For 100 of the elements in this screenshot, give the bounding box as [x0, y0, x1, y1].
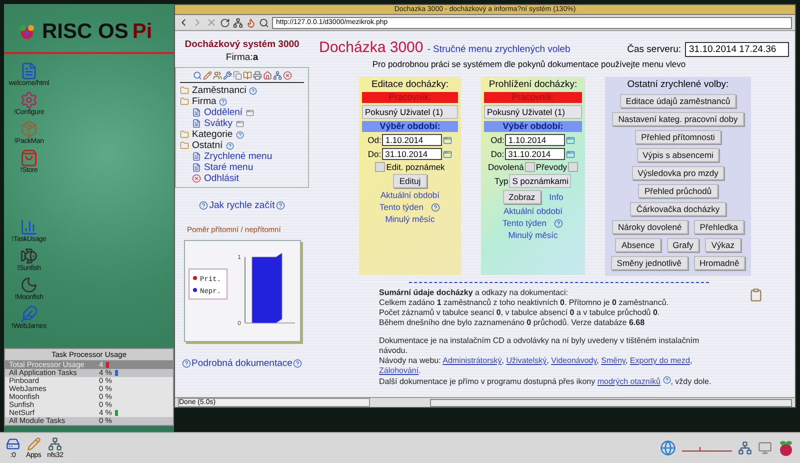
checkbox[interactable] [568, 162, 578, 172]
clipboard-icon[interactable] [749, 288, 763, 302]
network-icon[interactable] [48, 437, 62, 451]
option-button[interactable]: Nároky dovolené [612, 220, 688, 234]
to-date-field[interactable]: 31.10.2014 [382, 148, 442, 160]
gear-icon[interactable] [20, 91, 38, 109]
moon-icon[interactable] [20, 276, 38, 294]
checkbox[interactable] [375, 162, 386, 172]
fish-icon[interactable] [20, 247, 38, 265]
to-date-field[interactable]: 31.10.2014 [505, 148, 566, 160]
menu-item[interactable]: Svátky [180, 118, 304, 129]
monitor-icon[interactable] [758, 441, 772, 455]
period-link[interactable]: Minulý měsíc [508, 230, 558, 240]
option-button[interactable]: Výsledovka pro mzdy [632, 166, 724, 180]
show-button[interactable]: Zobraz [502, 190, 542, 204]
apps-icon[interactable] [26, 437, 41, 451]
instruction-text: Pro podrobnou práci se systémem dle pokynů dokumentace používejte menu vlevo [371, 59, 687, 69]
logout-icon [192, 174, 201, 183]
toolbar-icon[interactable] [202, 71, 212, 80]
guide-link[interactable]: Uživatelský [506, 356, 547, 365]
menu-item[interactable]: Zrychlené menu [180, 151, 304, 162]
help-icon[interactable] [236, 130, 244, 138]
option-button[interactable]: Výkaz [705, 238, 741, 252]
period-link[interactable]: Minulý měsíc [385, 214, 435, 224]
from-label: Od: [368, 135, 382, 145]
guide-link[interactable]: Administrátorský [442, 356, 502, 365]
menu-item[interactable]: Firma [180, 96, 304, 107]
period-link[interactable]: Aktuální období [380, 190, 440, 200]
option-button[interactable]: Absence [615, 238, 661, 252]
toolbar-icon[interactable] [282, 71, 292, 80]
type-select[interactable]: S poznámkami [509, 174, 572, 188]
help-icon[interactable] [431, 202, 440, 212]
documentation-link[interactable]: Podrobná dokumentace [182, 358, 302, 369]
bar-chart-icon[interactable] [20, 218, 38, 236]
checkbox[interactable] [524, 162, 535, 172]
network-icon[interactable] [233, 18, 243, 28]
server-time-field[interactable]: 31.10.2014 17.24.36 [685, 42, 789, 57]
worker-label: Pracovník: [484, 92, 582, 103]
network-icon[interactable] [738, 441, 752, 455]
option-button[interactable]: Přehled průchodů [638, 184, 718, 198]
menu-item[interactable]: Ostatní [180, 140, 304, 151]
guide-link[interactable]: Videonávody [551, 356, 597, 365]
period-link[interactable]: Tento týden [380, 202, 424, 212]
summary-line: Sumární údaje docházky a odkazy na dokumentaci: [379, 288, 569, 298]
worker-select[interactable]: Pokusný Uživatel (1) [484, 105, 582, 119]
guide-link[interactable]: Exporty do mezd [630, 356, 690, 365]
toolbar-icon[interactable] [192, 71, 202, 80]
help-icons-link[interactable]: modrých otazníků [597, 377, 660, 386]
toolbar-icon[interactable] [242, 71, 252, 80]
menu-item[interactable]: Odhlásit [180, 173, 304, 184]
toolbar-icon[interactable] [232, 71, 242, 80]
summary-line: Počet záznamů v tabulce seancí 0, v tabulce absencí 0 a v tabulce průchodů 0. [379, 308, 661, 318]
toolbar-icon[interactable] [222, 71, 232, 80]
guide-link[interactable]: Zálohování [379, 366, 419, 375]
help-icon [662, 376, 671, 384]
y-axis [244, 256, 245, 324]
menu-item[interactable]: Zaměstnanci [180, 85, 304, 96]
menu-item[interactable]: Kategorie [180, 129, 304, 140]
reload-icon[interactable] [220, 18, 230, 28]
period-link[interactable]: Tento týden [502, 218, 546, 228]
help-icon [293, 359, 302, 368]
option-button[interactable]: Směny jednotlivě [610, 256, 688, 270]
from-date-field[interactable]: 1.10.2014 [505, 134, 566, 146]
window-icon[interactable] [246, 108, 254, 116]
toolbar-icon[interactable] [212, 71, 222, 80]
help-icon[interactable] [554, 218, 564, 228]
guide-link[interactable]: Směny [601, 356, 626, 365]
option-button[interactable]: Čárkovačka docházky [630, 202, 726, 216]
from-date-field[interactable]: 1.10.2014 [382, 134, 442, 146]
worker-label: Pracovník: [362, 92, 458, 103]
toolbar-icon[interactable] [272, 71, 282, 80]
option-button[interactable]: Grafy [666, 238, 700, 252]
search-icon[interactable] [259, 18, 269, 28]
help-icon[interactable] [249, 86, 258, 94]
toolbar-icon[interactable] [252, 71, 262, 80]
drive-icon[interactable] [6, 437, 20, 451]
logo-text: RISC OS Pi [42, 20, 152, 44]
info-link[interactable]: Info [549, 192, 564, 202]
flame-icon[interactable] [246, 18, 256, 28]
quick-start-link[interactable]: Jak rychle začít [199, 200, 285, 211]
menu-item[interactable]: Oddělení [180, 107, 304, 118]
option-button[interactable]: Editace údajů zaměstnanců [620, 94, 736, 108]
help-icon[interactable] [219, 98, 228, 106]
toolbar-icon[interactable] [262, 71, 272, 80]
globe-icon[interactable] [660, 440, 676, 456]
period-link[interactable]: Aktuální období [503, 206, 563, 216]
horizontal-scrollbar[interactable] [430, 398, 792, 406]
folder-icon [180, 86, 189, 95]
option-button[interactable]: Přehledka [694, 220, 744, 234]
option-button[interactable]: Hromadně [694, 256, 746, 270]
window-icon[interactable] [236, 120, 244, 128]
option-button[interactable]: Přehled přítomnosti [635, 130, 721, 144]
page-icon [192, 163, 201, 172]
option-button[interactable]: Výpis s absencemi [636, 148, 720, 162]
raspberry-icon[interactable] [778, 439, 794, 457]
help-icon[interactable] [226, 142, 234, 150]
option-button[interactable]: Nastavení kateg. pracovní doby [612, 112, 744, 126]
edit-button[interactable]: Edituj [393, 174, 427, 188]
menu-item[interactable]: Staré menu [180, 162, 304, 173]
worker-select[interactable]: Pokusný Uživatel (1) [362, 105, 458, 119]
